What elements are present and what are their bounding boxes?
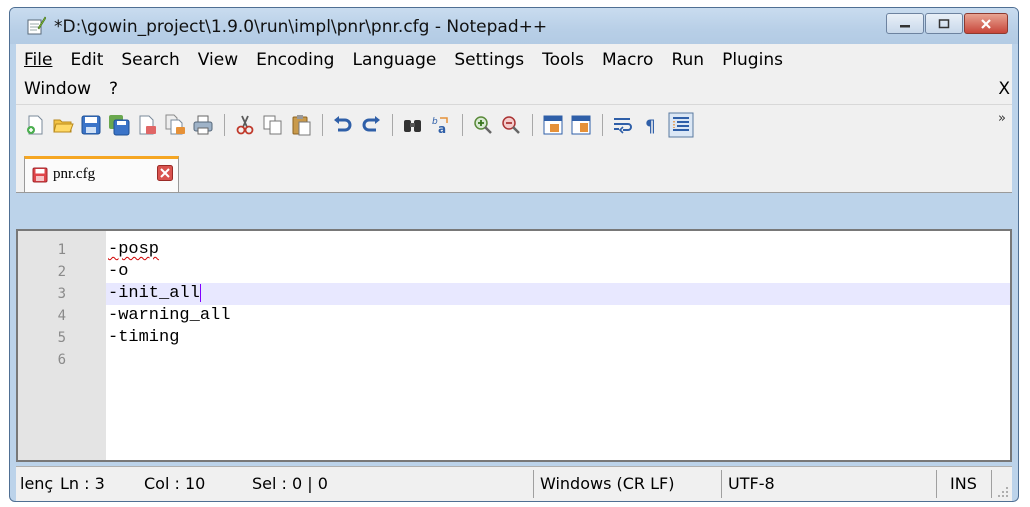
print-icon[interactable] bbox=[192, 114, 214, 136]
status-eol[interactable]: Windows (CR LF) bbox=[540, 467, 674, 501]
tab-pnr-cfg[interactable]: pnr.cfg bbox=[24, 156, 179, 193]
menu-row: Window ? bbox=[16, 76, 127, 102]
minimize-icon bbox=[900, 24, 910, 27]
indent-guide-icon[interactable] bbox=[668, 112, 694, 138]
find-icon[interactable] bbox=[402, 114, 424, 136]
status-divider bbox=[991, 470, 992, 498]
line-text-content: -init_all bbox=[108, 284, 200, 303]
tab-bar-line bbox=[16, 192, 1012, 193]
toolbar-overflow-button[interactable]: » bbox=[998, 111, 1006, 126]
word-wrap-icon[interactable] bbox=[612, 114, 634, 136]
menu-settings[interactable]: Settings bbox=[445, 47, 533, 73]
zoom-out-icon[interactable] bbox=[500, 114, 522, 136]
notepad-window: *D:\gowin_project\1.9.0\run\impl\pnr\pnr… bbox=[9, 7, 1019, 502]
toolbar-separator bbox=[224, 114, 225, 136]
line-text: -timing bbox=[108, 328, 180, 347]
window-title: *D:\gowin_project\1.9.0\run\impl\pnr\pnr… bbox=[54, 17, 548, 37]
line-text: -init_all bbox=[108, 283, 202, 305]
menu-language[interactable]: Language bbox=[343, 47, 445, 73]
line-number: 2 bbox=[57, 264, 66, 280]
cut-icon[interactable] bbox=[234, 114, 256, 136]
sync-horizontal-icon[interactable] bbox=[570, 114, 592, 136]
svg-text:a: a bbox=[438, 122, 446, 136]
paste-icon[interactable] bbox=[290, 114, 312, 136]
tab-close-icon[interactable] bbox=[157, 165, 173, 181]
status-divider bbox=[721, 470, 722, 498]
close-file-icon[interactable] bbox=[136, 114, 158, 136]
line-number: 3 bbox=[57, 286, 66, 302]
toolbar-separator bbox=[322, 114, 323, 136]
resize-grip-icon[interactable] bbox=[997, 486, 1009, 498]
editor-line[interactable]: 4 -warning_all bbox=[18, 305, 1010, 327]
line-number: 5 bbox=[57, 330, 66, 346]
notepadpp-app-icon bbox=[27, 16, 46, 35]
replace-icon[interactable]: ba bbox=[430, 114, 452, 136]
close-icon bbox=[981, 18, 991, 29]
svg-text:¶: ¶ bbox=[645, 117, 656, 136]
status-length: lenç bbox=[20, 474, 54, 493]
line-number: 1 bbox=[57, 242, 66, 258]
close-document-button[interactable]: X bbox=[998, 76, 1010, 102]
menu-macro[interactable]: Macro bbox=[593, 47, 662, 73]
status-divider bbox=[533, 470, 534, 498]
tab-label: pnr.cfg bbox=[53, 166, 96, 182]
status-divider bbox=[936, 470, 937, 498]
menu-plugins[interactable]: Plugins bbox=[713, 47, 792, 73]
toolbar-separator bbox=[392, 114, 393, 136]
status-insert-mode[interactable]: INS bbox=[950, 467, 977, 501]
line-text: -o bbox=[108, 262, 129, 281]
toolbar: ba ¶ » bbox=[16, 104, 1012, 146]
toolbar-separator bbox=[462, 114, 463, 136]
maximize-icon bbox=[938, 18, 950, 28]
title-bar[interactable]: *D:\gowin_project\1.9.0\run\impl\pnr\pnr… bbox=[10, 8, 1018, 44]
menu-help[interactable]: ? bbox=[100, 76, 127, 102]
status-encoding[interactable]: UTF-8 bbox=[728, 467, 775, 501]
new-icon[interactable] bbox=[24, 114, 46, 136]
menu-bar: File Edit Search View Encoding Language … bbox=[16, 44, 1012, 104]
menu-row: File Edit Search View Encoding Language … bbox=[16, 47, 792, 73]
undo-icon[interactable] bbox=[332, 114, 354, 136]
status-line: Ln : 3 bbox=[60, 474, 105, 493]
menu-file[interactable]: File bbox=[16, 47, 61, 73]
editor-line[interactable]: 6 bbox=[18, 349, 1010, 371]
save-all-icon[interactable] bbox=[108, 114, 130, 136]
copy-icon[interactable] bbox=[262, 114, 284, 136]
menu-run[interactable]: Run bbox=[662, 47, 713, 73]
status-column: Col : 10 bbox=[144, 474, 206, 493]
menu-search[interactable]: Search bbox=[112, 47, 188, 73]
line-text: -warning_all bbox=[108, 306, 231, 325]
minimize-button[interactable] bbox=[886, 13, 924, 34]
close-window-button[interactable] bbox=[964, 13, 1008, 34]
status-selection: Sel : 0 | 0 bbox=[252, 474, 328, 493]
status-bar: lenç Ln : 3 Col : 10 Sel : 0 | 0 Windows… bbox=[16, 466, 1012, 501]
redo-icon[interactable] bbox=[360, 114, 382, 136]
zoom-in-icon[interactable] bbox=[472, 114, 494, 136]
menu-edit[interactable]: Edit bbox=[61, 47, 112, 73]
line-number: 4 bbox=[57, 308, 66, 324]
editor-line[interactable]: 1 -posp bbox=[18, 239, 1010, 261]
maximize-button[interactable] bbox=[925, 13, 963, 34]
editor-line[interactable]: 2 -o bbox=[18, 261, 1010, 283]
modified-file-icon bbox=[32, 167, 48, 183]
editor-line-current[interactable]: 3 -init_all bbox=[58, 283, 1010, 305]
close-all-icon[interactable] bbox=[164, 114, 186, 136]
editor-line[interactable]: 5 -timing bbox=[18, 327, 1010, 349]
menu-label: File bbox=[24, 50, 53, 70]
menu-tools[interactable]: Tools bbox=[533, 47, 593, 73]
show-all-chars-icon[interactable]: ¶ bbox=[640, 114, 662, 136]
line-number: 6 bbox=[57, 352, 66, 368]
toolbar-separator bbox=[532, 114, 533, 136]
menu-encoding[interactable]: Encoding bbox=[247, 47, 343, 73]
text-caret bbox=[199, 283, 202, 302]
open-icon[interactable] bbox=[52, 114, 74, 136]
menu-window[interactable]: Window bbox=[16, 76, 100, 102]
tab-bar: pnr.cfg bbox=[16, 145, 1012, 193]
editor-area[interactable]: 1 -posp 2 -o 3 -init_all 4 -warning_all … bbox=[16, 229, 1012, 462]
save-icon[interactable] bbox=[80, 114, 102, 136]
menu-view[interactable]: View bbox=[189, 47, 247, 73]
sync-vertical-icon[interactable] bbox=[542, 114, 564, 136]
window-controls bbox=[885, 13, 1008, 35]
toolbar-separator bbox=[602, 114, 603, 136]
line-text: -posp bbox=[108, 240, 160, 259]
